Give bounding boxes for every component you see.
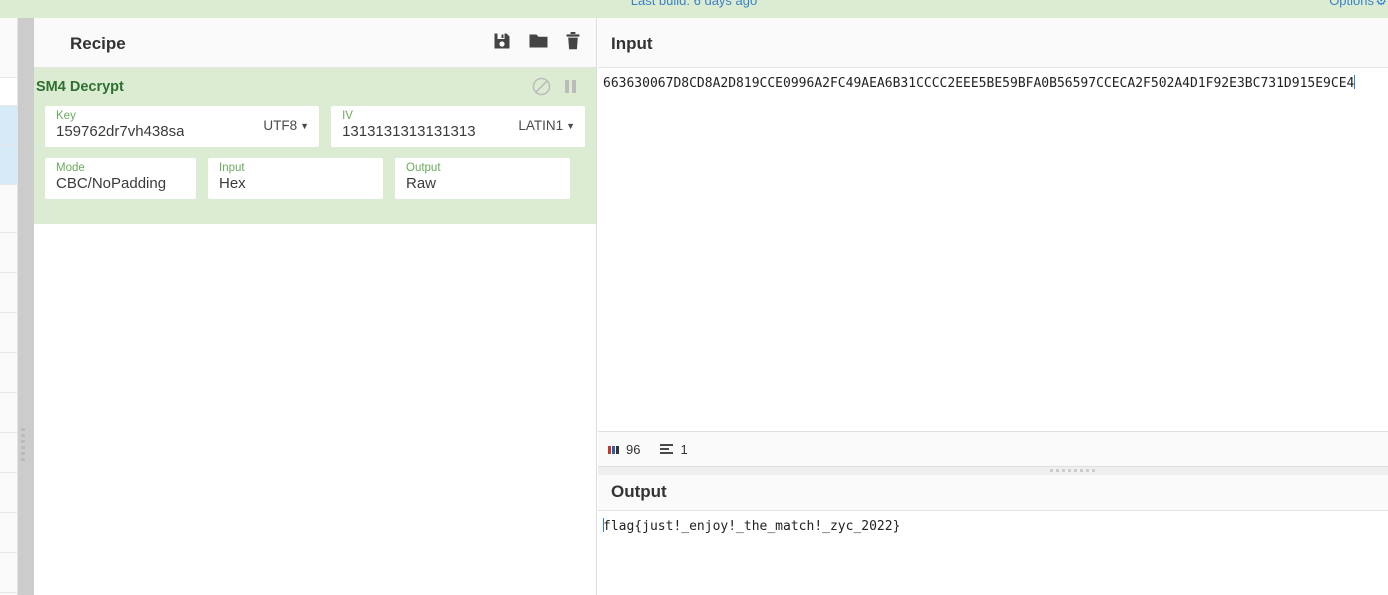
arg-key-encoding-value: UTF8 (263, 118, 298, 133)
input-textarea[interactable]: 663630067D8CD8A2D819CCE0996A2FC49AEA6B31… (598, 68, 1388, 431)
output-value: flag{just!_enjoy!_the_match!_zyc_2022} (603, 519, 901, 534)
operation-header: SM4 Decrypt (34, 68, 596, 106)
list-item[interactable] (0, 393, 17, 433)
operation-sm4-decrypt[interactable]: SM4 Decrypt Key 159762dr7vh438sa UTF8▼ (34, 68, 596, 224)
list-item[interactable] (0, 513, 17, 553)
operation-args-row-1: Key 159762dr7vh438sa UTF8 ▼ IV 1313131313… (34, 106, 596, 147)
line-count-value: 1 (680, 441, 688, 457)
operation-controls (532, 77, 576, 96)
output-header: Output (598, 475, 1388, 511)
breakpoint-icon[interactable] (565, 80, 576, 93)
options-label: Options (1329, 0, 1374, 8)
list-item[interactable] (0, 553, 17, 593)
arg-mode[interactable]: Mode CBC/NoPadding (45, 158, 196, 199)
list-item[interactable] (0, 18, 17, 78)
recipe-header: Recipe (34, 18, 596, 68)
arg-mode-label: Mode (56, 162, 85, 174)
trash-icon[interactable] (566, 32, 580, 50)
arg-input-format[interactable]: Input Hex (208, 158, 383, 199)
top-banner: Last build: 6 days ago Options ⚙ (0, 0, 1388, 18)
disable-icon[interactable] (532, 77, 551, 96)
recipe-empty-area[interactable] (34, 238, 596, 595)
arg-key-encoding-select[interactable]: UTF8 ▼ (263, 118, 309, 133)
list-item[interactable] (0, 185, 17, 233)
list-item[interactable] (0, 353, 17, 393)
list-item[interactable] (0, 233, 17, 273)
io-area: Input 663630067D8CD8A2D819CCE0996A2FC49A… (598, 18, 1388, 595)
arg-iv-encoding-select[interactable]: LATIN1 ▼ (518, 118, 575, 133)
horizontal-splitter[interactable] (598, 467, 1388, 475)
cyberchef-window: Last build: 6 days ago Options ⚙ Recipe (0, 0, 1388, 595)
arg-iv-value[interactable]: 1313131313131313 (342, 123, 475, 140)
splitter-drag-handle[interactable] (21, 428, 25, 466)
text-cursor (1354, 75, 1356, 89)
recipe-panel: Recipe SM4 Decrypt Key 159762dr7vh438sa … (34, 18, 597, 595)
output-textarea[interactable]: flag{just!_enjoy!_the_match!_zyc_2022} (598, 511, 1388, 595)
options-link[interactable]: Options (1329, 0, 1374, 8)
arg-mode-value[interactable]: CBC/NoPadding (56, 175, 166, 192)
arg-output-format-value[interactable]: Raw (406, 175, 436, 192)
input-status-bar: 96 1 (598, 431, 1388, 467)
splitter-drag-handle-horizontal[interactable] (1050, 469, 1095, 472)
gear-icon[interactable]: ⚙ (1375, 0, 1387, 8)
arg-key[interactable]: Key 159762dr7vh438sa UTF8 ▼ (45, 106, 320, 147)
arg-key-value[interactable]: 159762dr7vh438sa (56, 123, 184, 140)
input-title: Input (611, 34, 653, 53)
arg-iv-label: IV (342, 110, 353, 122)
list-item[interactable] (0, 145, 17, 185)
operation-args-row-2: Mode CBC/NoPadding Input Hex Output Raw (34, 158, 596, 199)
list-item[interactable] (0, 433, 17, 473)
operations-list[interactable] (0, 18, 18, 595)
char-count: 96 (608, 442, 640, 457)
list-item[interactable] (0, 273, 17, 313)
output-title: Output (611, 482, 667, 501)
arg-iv-encoding-value: LATIN1 (518, 118, 564, 133)
chevron-down-icon: ▼ (566, 121, 575, 131)
input-text[interactable]: 663630067D8CD8A2D819CCE0996A2FC49AEA6B31… (598, 68, 1388, 93)
line-count: 1 (660, 441, 688, 457)
recipe-toolbar (493, 32, 580, 50)
list-item[interactable] (0, 473, 17, 513)
lines-icon (660, 444, 674, 454)
arg-input-format-value[interactable]: Hex (219, 175, 246, 192)
list-item[interactable] (0, 78, 17, 106)
arg-input-format-label: Input (219, 162, 245, 174)
operation-title: SM4 Decrypt (36, 79, 124, 95)
input-header: Input (598, 18, 1388, 68)
input-value: 663630067D8CD8A2D819CCE0996A2FC49AEA6B31… (603, 76, 1355, 91)
list-item[interactable] (0, 106, 17, 145)
arg-key-label: Key (56, 110, 76, 122)
chevron-down-icon: ▼ (300, 121, 310, 131)
save-icon[interactable] (493, 32, 511, 50)
arg-output-format[interactable]: Output Raw (395, 158, 570, 199)
abc-icon (608, 445, 619, 454)
char-count-value: 96 (626, 441, 641, 457)
list-item[interactable] (0, 313, 17, 353)
page-title: Recipe (70, 34, 126, 53)
output-text: flag{just!_enjoy!_the_match!_zyc_2022} (598, 511, 1388, 536)
folder-icon[interactable] (529, 33, 548, 49)
last-build-status: Last build: 6 days ago (630, 0, 758, 8)
vertical-splitter[interactable] (18, 18, 34, 595)
arg-iv[interactable]: IV 1313131313131313 LATIN1 ▼ (331, 106, 585, 147)
arg-output-format-label: Output (406, 162, 441, 174)
